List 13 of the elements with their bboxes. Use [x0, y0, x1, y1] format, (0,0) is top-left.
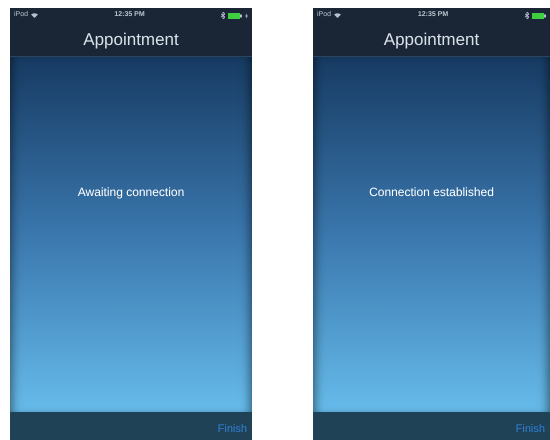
charging-icon — [245, 12, 248, 18]
bluetooth-icon — [221, 12, 225, 19]
finish-button[interactable]: Finish — [218, 420, 247, 437]
battery-icon — [532, 12, 546, 18]
bluetooth-icon — [525, 12, 529, 19]
battery-icon — [228, 12, 242, 18]
wifi-icon — [31, 13, 38, 18]
wifi-icon — [334, 13, 342, 18]
navigation-title: Appointment — [384, 28, 480, 51]
navigation-title: Appointment — [83, 28, 179, 51]
status-message: Awaiting connection — [78, 184, 184, 201]
finish-button[interactable]: Finish — [516, 420, 545, 437]
status-message: Connection established — [369, 184, 494, 201]
